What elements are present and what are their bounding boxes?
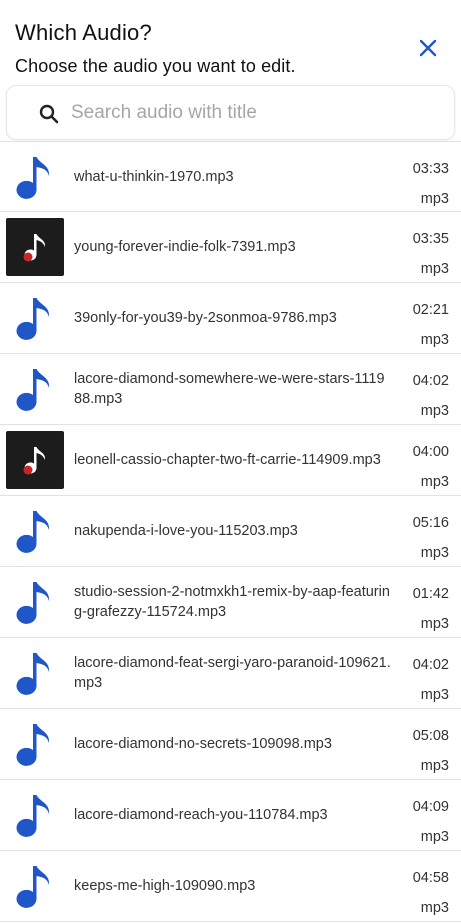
music-note-icon [6, 148, 64, 206]
audio-title: keeps-me-high-109090.mp3 [74, 878, 256, 894]
audio-duration: 02:21 [412, 302, 449, 318]
audio-format: mp3 [420, 191, 449, 207]
audio-meta: 04:02 mp3 [403, 366, 449, 426]
audio-list-item[interactable]: keeps-me-high-109090.mp3 04:58 mp3 [0, 851, 461, 922]
page-title: Which Audio? [15, 20, 152, 45]
audio-list-item[interactable]: lacore-diamond-no-secrets-109098.mp3 05:0… [0, 709, 461, 780]
album-art-icon [6, 431, 64, 489]
audio-list-item[interactable]: leonell-cassio-chapter-two-ft-carrie-114… [0, 425, 461, 496]
audio-duration: 04:58 [412, 870, 449, 886]
audio-format: mp3 [420, 545, 449, 561]
audio-format: mp3 [420, 687, 449, 703]
album-art-icon [6, 218, 64, 276]
audio-title: nakupenda-i-love-you-115203.mp3 [74, 523, 298, 539]
search-input[interactable] [71, 94, 441, 132]
audio-format: mp3 [420, 403, 449, 419]
audio-meta: 04:02 mp3 [403, 650, 449, 710]
audio-meta: 05:16 mp3 [403, 508, 449, 568]
audio-list-item[interactable]: lacore-diamond-feat-sergi-yaro-paranoid-… [0, 638, 461, 709]
music-note-icon [6, 644, 64, 702]
close-icon [419, 39, 437, 57]
audio-list-item[interactable]: lacore-diamond-somewhere-we-were-stars-1… [0, 354, 461, 425]
audio-list-item[interactable]: young-forever-indie-folk-7391.mp3 03:35 mp… [0, 212, 461, 283]
audio-title: lacore-diamond-no-secrets-109098.mp3 [74, 736, 332, 752]
audio-title: lacore-diamond-somewhere-we-were-stars-1… [74, 371, 385, 407]
audio-list-item[interactable]: what-u-thinkin-1970.mp3 03:33 mp3 [0, 141, 461, 212]
dialog-header: Which Audio? Choose the audio you want t… [0, 0, 461, 82]
music-note-icon [6, 786, 64, 844]
audio-meta: 04:00 mp3 [403, 437, 449, 497]
audio-duration: 05:16 [412, 515, 449, 531]
audio-meta: 02:21 mp3 [403, 295, 449, 355]
music-note-icon [6, 573, 64, 631]
audio-meta: 04:58 mp3 [403, 863, 449, 923]
audio-format: mp3 [420, 474, 449, 490]
music-note-icon [6, 502, 64, 560]
search-icon [39, 104, 59, 124]
audio-title: leonell-cassio-chapter-two-ft-carrie-114… [74, 452, 381, 468]
audio-list-item[interactable]: lacore-diamond-reach-you-110784.mp3 04:09… [0, 780, 461, 851]
audio-title: lacore-diamond-reach-you-110784.mp3 [74, 807, 328, 823]
audio-title: young-forever-indie-folk-7391.mp3 [74, 239, 296, 255]
audio-list: what-u-thinkin-1970.mp3 03:33 mp3 young-for… [0, 141, 461, 922]
music-note-icon [6, 857, 64, 915]
audio-title: what-u-thinkin-1970.mp3 [74, 169, 234, 185]
search-bar[interactable] [6, 85, 455, 140]
audio-duration: 04:02 [412, 373, 449, 389]
audio-title: studio-session-2-notmxkh1-remix-by-aap-f… [74, 584, 390, 620]
audio-meta: 01:42 mp3 [403, 579, 449, 639]
audio-format: mp3 [420, 829, 449, 845]
audio-duration: 05:08 [412, 728, 449, 744]
audio-duration: 04:09 [412, 799, 449, 815]
close-button[interactable] [414, 34, 442, 62]
audio-title: 39only-for-you39-by-2sonmoa-9786.mp3 [74, 310, 337, 326]
audio-meta: 03:33 mp3 [403, 154, 449, 214]
audio-title: lacore-diamond-feat-sergi-yaro-paranoid-… [74, 655, 391, 691]
audio-duration: 03:33 [412, 161, 449, 177]
page-subtitle: Choose the audio you want to edit. [15, 56, 296, 76]
music-note-icon [6, 360, 64, 418]
audio-meta: 04:09 mp3 [403, 792, 449, 852]
audio-format: mp3 [420, 900, 449, 916]
audio-format: mp3 [420, 758, 449, 774]
music-note-icon [6, 715, 64, 773]
audio-duration: 04:00 [412, 444, 449, 460]
audio-list-item[interactable]: 39only-for-you39-by-2sonmoa-9786.mp3 02:2… [0, 283, 461, 354]
audio-duration: 01:42 [412, 586, 449, 602]
audio-format: mp3 [420, 332, 449, 348]
audio-duration: 03:35 [412, 231, 449, 247]
audio-list-item[interactable]: studio-session-2-notmxkh1-remix-by-aap-f… [0, 567, 461, 638]
audio-list-item[interactable]: nakupenda-i-love-you-115203.mp3 05:16 mp3 [0, 496, 461, 567]
audio-meta: 03:35 mp3 [403, 224, 449, 284]
audio-format: mp3 [420, 261, 449, 277]
music-note-icon [6, 289, 64, 347]
audio-format: mp3 [420, 616, 449, 632]
audio-meta: 05:08 mp3 [403, 721, 449, 781]
audio-duration: 04:02 [412, 657, 449, 673]
